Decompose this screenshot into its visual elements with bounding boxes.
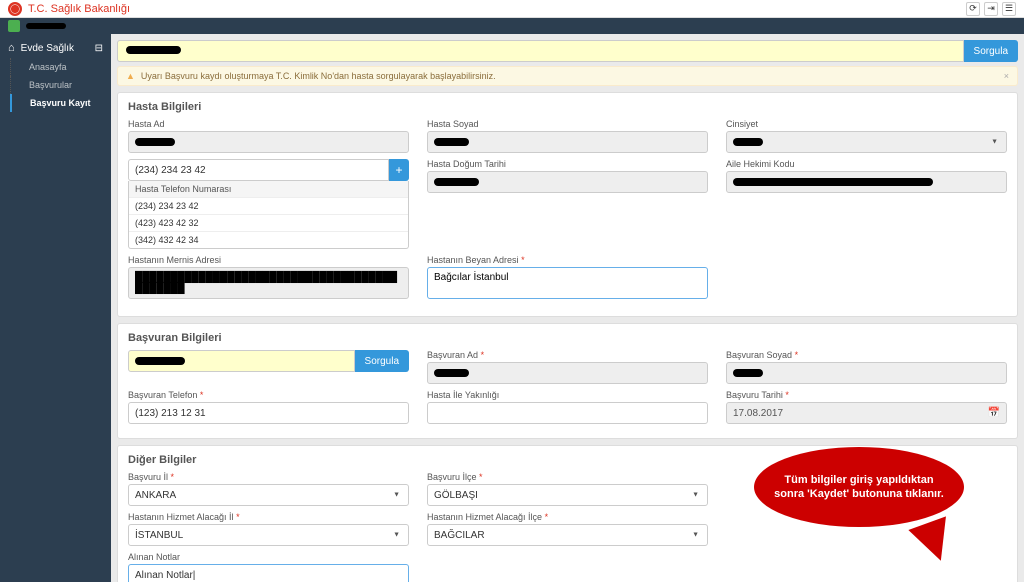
hasta-telefon-input[interactable]: (234) 234 23 42 <box>128 159 389 181</box>
sidebar-module-label: Evde Sağlık <box>21 43 74 54</box>
logout-icon[interactable]: ⇥ <box>984 2 998 16</box>
sidebar: ⌂ Evde Sağlık ⊟ Anasayfa Başvurular Başv… <box>0 34 111 582</box>
aile-hekimi-label: Aile Hekimi Kodu <box>726 159 1007 169</box>
phone-list-header: Hasta Telefon Numarası <box>129 181 408 198</box>
hasta-soyad-input <box>427 131 708 153</box>
dogum-tarihi-label: Hasta Doğum Tarihi <box>427 159 708 169</box>
basvuru-il-label: Başvuru İl * <box>128 472 409 482</box>
basvuran-telefon-label: Başvuran Telefon * <box>128 390 409 400</box>
tc-value-redacted <box>126 46 181 54</box>
phone-item[interactable]: (234) 234 23 42 <box>129 198 408 215</box>
add-phone-button[interactable]: + <box>389 159 409 181</box>
app-header: T.C. Sağlık Bakanlığı ⟳ ⇥ ☰ <box>0 0 1024 18</box>
aile-hekimi-input <box>726 171 1007 193</box>
panel-title: Hasta Bilgileri <box>128 101 1007 113</box>
yakinlik-input[interactable] <box>427 402 708 424</box>
basvuru-ilce-select[interactable]: GÖLBAŞI <box>427 484 708 506</box>
date-value: 17.08.2017 <box>733 408 783 419</box>
refresh-icon[interactable]: ⟳ <box>966 2 980 16</box>
beyan-adres-label: Hastanın Beyan Adresi * <box>427 255 708 265</box>
alert-text: Uyarı Başvuru kaydı oluşturmaya T.C. Kim… <box>141 71 496 81</box>
basvuru-tarihi-input[interactable]: 17.08.2017 📅 <box>726 402 1007 424</box>
home-health-icon: ⌂ <box>8 42 15 54</box>
user-avatar-icon <box>8 20 20 32</box>
basvuran-tc-input[interactable] <box>128 350 355 372</box>
phone-list: Hasta Telefon Numarası (234) 234 23 42 (… <box>128 181 409 249</box>
hasta-bilgileri-panel: Hasta Bilgileri Hasta Ad Hasta Soyad Cin… <box>117 92 1018 317</box>
user-topbar <box>0 18 1024 34</box>
warning-icon: ▲ <box>126 71 135 81</box>
basvuran-soyad-input <box>726 362 1007 384</box>
tc-kimlik-input[interactable] <box>117 40 964 62</box>
basvuran-ad-label: Başvuran Ad * <box>427 350 708 360</box>
sidebar-item-anasayfa[interactable]: Anasayfa <box>10 58 111 76</box>
beyan-adres-textarea[interactable]: Bağcılar İstanbul <box>427 267 708 299</box>
collapse-icon[interactable]: ⊟ <box>95 43 103 54</box>
calendar-icon[interactable]: 📅 <box>988 408 1000 419</box>
sidebar-module[interactable]: ⌂ Evde Sağlık ⊟ <box>0 38 111 58</box>
warning-alert: ▲ Uyarı Başvuru kaydı oluşturmaya T.C. K… <box>117 66 1018 86</box>
basvuran-bilgileri-panel: Başvuran Bilgileri Sorgula Başvuran Ad *… <box>117 323 1018 439</box>
phone-item[interactable]: (342) 432 42 34 <box>129 232 408 248</box>
callout-text: Tüm bilgiler giriş yapıldıktan sonra 'Ka… <box>754 447 964 527</box>
basvuru-tarihi-label: Başvuru Tarihi * <box>726 390 1007 400</box>
instruction-callout: Tüm bilgiler giriş yapıldıktan sonra 'Ka… <box>754 447 964 542</box>
basvuran-sorgula-button[interactable]: Sorgula <box>355 350 409 372</box>
basvuru-il-select[interactable]: ANKARA <box>128 484 409 506</box>
hizmet-ilce-label: Hastanın Hizmet Alacağı İlçe * <box>427 512 708 522</box>
hasta-ad-input <box>128 131 409 153</box>
menu-icon[interactable]: ☰ <box>1002 2 1016 16</box>
close-icon[interactable]: × <box>1004 71 1009 81</box>
basvuru-ilce-label: Başvuru İlçe * <box>427 472 708 482</box>
mernis-adres-label: Hastanın Mernis Adresi <box>128 255 409 265</box>
phone-item[interactable]: (423) 423 42 32 <box>129 215 408 232</box>
app-title: T.C. Sağlık Bakanlığı <box>28 3 130 15</box>
hasta-soyad-label: Hasta Soyad <box>427 119 708 129</box>
basvuran-soyad-label: Başvuran Soyad * <box>726 350 1007 360</box>
dogum-tarihi-input <box>427 171 708 193</box>
basvuran-telefon-input[interactable]: (123) 213 12 31 <box>128 402 409 424</box>
notlar-label: Alınan Notlar <box>128 552 409 562</box>
sidebar-item-basvuru-kayit[interactable]: Başvuru Kayıt <box>10 94 111 112</box>
cinsiyet-label: Cinsiyet <box>726 119 1007 129</box>
mernis-adres-textarea: ████████████████████████████████████████… <box>128 267 409 299</box>
hasta-ad-label: Hasta Ad <box>128 119 409 129</box>
sidebar-item-basvurular[interactable]: Başvurular <box>10 76 111 94</box>
notlar-textarea[interactable]: Alınan Notlar| <box>128 564 409 582</box>
hizmet-il-label: Hastanın Hizmet Alacağı İl * <box>128 512 409 522</box>
yakinlik-label: Hasta İle Yakınlığı <box>427 390 708 400</box>
panel-title: Başvuran Bilgileri <box>128 332 1007 344</box>
basvuran-ad-input <box>427 362 708 384</box>
ministry-logo-icon <box>8 2 22 16</box>
user-name-redacted <box>26 23 66 29</box>
cinsiyet-select[interactable] <box>726 131 1007 153</box>
hizmet-il-select[interactable]: İSTANBUL <box>128 524 409 546</box>
hizmet-ilce-select[interactable]: BAĞCILAR <box>427 524 708 546</box>
sorgula-button[interactable]: Sorgula <box>964 40 1018 62</box>
